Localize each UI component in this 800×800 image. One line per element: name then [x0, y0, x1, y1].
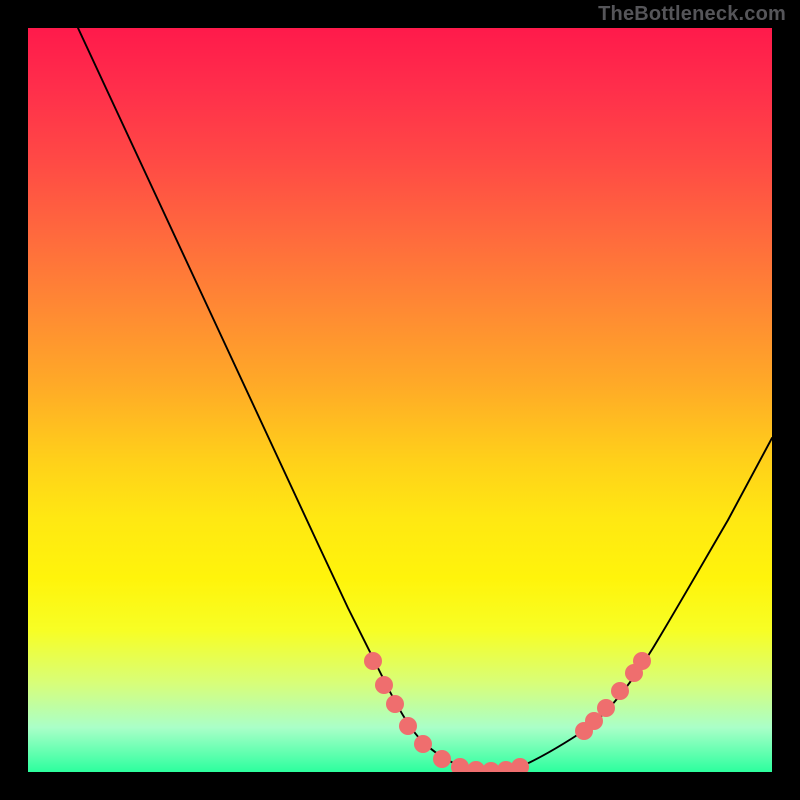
marker-dot: [611, 682, 629, 700]
marker-dot: [414, 735, 432, 753]
marker-dot: [597, 699, 615, 717]
marker-dot: [433, 750, 451, 768]
plot-area: [28, 28, 772, 772]
watermark-text: TheBottleneck.com: [598, 3, 786, 26]
marker-dot: [375, 676, 393, 694]
bottleneck-curve: [78, 28, 772, 771]
marker-dot: [399, 717, 417, 735]
curve-layer: [28, 28, 772, 772]
marker-dot: [386, 695, 404, 713]
marker-dot: [364, 652, 382, 670]
marker-dot: [511, 758, 529, 772]
marker-dots: [364, 652, 651, 772]
chart-stage: TheBottleneck.com: [0, 0, 800, 800]
marker-dot: [633, 652, 651, 670]
marker-dot: [451, 758, 469, 772]
